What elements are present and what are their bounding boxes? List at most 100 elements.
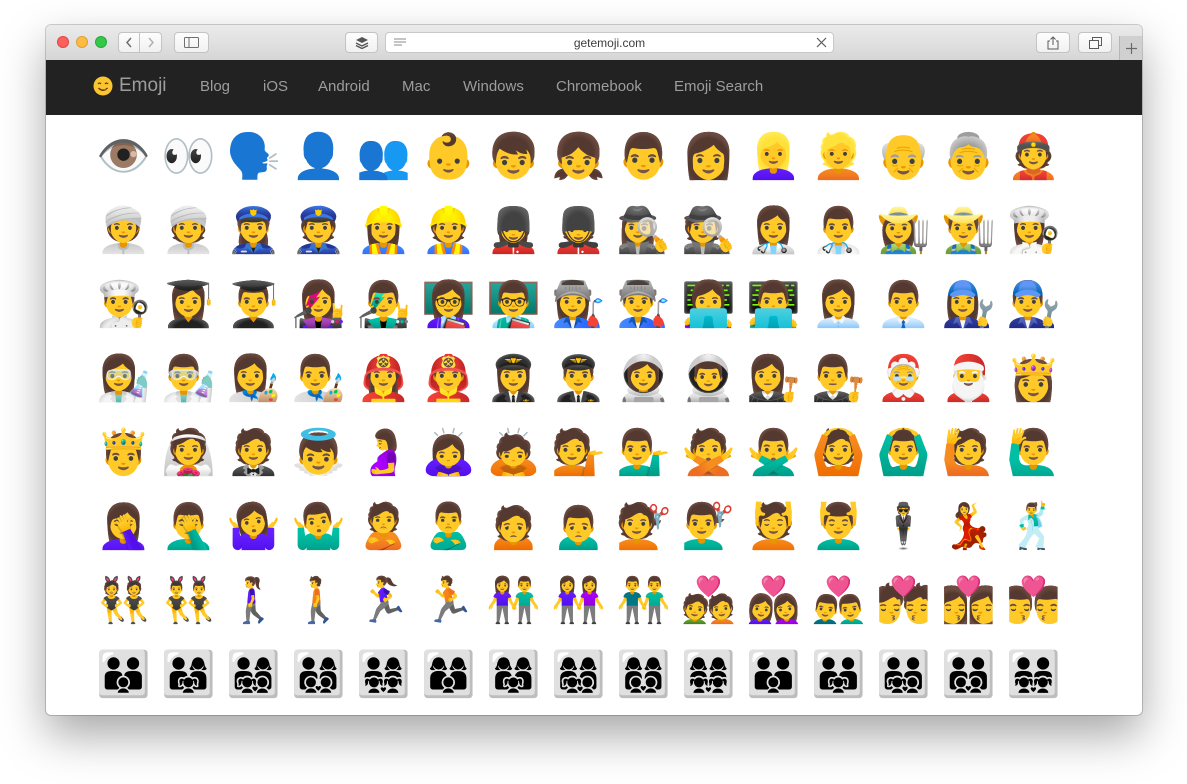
- new-tab-button[interactable]: [1119, 36, 1142, 60]
- emoji-item[interactable]: 👱: [806, 120, 871, 194]
- emoji-item[interactable]: 👩‍❤️‍👩: [741, 564, 806, 638]
- emoji-item[interactable]: 👨‍💻: [741, 268, 806, 342]
- emoji-item[interactable]: 👩‍🎓: [156, 268, 221, 342]
- emoji-item[interactable]: 🙇: [481, 416, 546, 490]
- emoji-item[interactable]: 👩‍🍳: [1001, 194, 1066, 268]
- sidebar-toggle-button[interactable]: [174, 32, 209, 53]
- emoji-item[interactable]: 🙎: [351, 490, 416, 564]
- emoji-item[interactable]: 👴: [871, 120, 936, 194]
- emoji-item[interactable]: 👨‍👩‍👧‍👦: [221, 638, 286, 712]
- emoji-item[interactable]: 🏃: [416, 564, 481, 638]
- emoji-item[interactable]: 👨‍👩‍👧‍👧: [351, 638, 416, 712]
- emoji-item[interactable]: 👨‍👨‍👦: [741, 638, 806, 712]
- emoji-item[interactable]: 👨‍🌾: [936, 194, 1001, 268]
- nav-link-chromebook[interactable]: Chromebook: [556, 78, 642, 95]
- nav-link-mac[interactable]: Mac: [402, 78, 430, 95]
- emoji-item[interactable]: 👰: [156, 416, 221, 490]
- emoji-item[interactable]: 🙅: [676, 416, 741, 490]
- emoji-item[interactable]: 👨: [611, 120, 676, 194]
- emoji-item[interactable]: 👩‍❤️‍💋‍👩: [936, 564, 1001, 638]
- tab-overview-button[interactable]: [1078, 32, 1112, 53]
- emoji-item[interactable]: 👨‍👨‍👧‍👧: [1001, 638, 1066, 712]
- emoji-item[interactable]: 👱‍♀️: [741, 120, 806, 194]
- emoji-item[interactable]: 💁: [546, 416, 611, 490]
- emoji-item[interactable]: 👨‍🔬: [156, 342, 221, 416]
- emoji-item[interactable]: 👨‍🚀: [676, 342, 741, 416]
- emoji-item[interactable]: 👩‍🔬: [91, 342, 156, 416]
- emoji-item[interactable]: 👨‍🍳: [91, 268, 156, 342]
- emoji-item[interactable]: 👨‍🚒: [416, 342, 481, 416]
- emoji-item[interactable]: 👼: [286, 416, 351, 490]
- emoji-item[interactable]: 👲: [1001, 120, 1066, 194]
- emoji-item[interactable]: 👨‍🎓: [221, 268, 286, 342]
- emoji-item[interactable]: 👩‍👩‍👧‍👧: [676, 638, 741, 712]
- layers-button[interactable]: [345, 32, 378, 53]
- emoji-item[interactable]: 🙇‍♀️: [416, 416, 481, 490]
- emoji-item[interactable]: 💁‍♂️: [611, 416, 676, 490]
- emoji-item[interactable]: 💑: [676, 564, 741, 638]
- emoji-item[interactable]: 👸: [1001, 342, 1066, 416]
- emoji-item[interactable]: 👳‍♀️: [91, 194, 156, 268]
- emoji-item[interactable]: 👳: [156, 194, 221, 268]
- emoji-item[interactable]: 🕵️: [676, 194, 741, 268]
- emoji-item[interactable]: 👧: [546, 120, 611, 194]
- emoji-item[interactable]: 🚶: [286, 564, 351, 638]
- emoji-item[interactable]: 🤷‍♀️: [221, 490, 286, 564]
- maximize-window-button[interactable]: [95, 36, 107, 48]
- emoji-item[interactable]: 💆: [741, 490, 806, 564]
- emoji-item[interactable]: 👨‍⚕️: [806, 194, 871, 268]
- nav-link-windows[interactable]: Windows: [463, 78, 524, 95]
- emoji-item[interactable]: 👩‍👩‍👧‍👦: [546, 638, 611, 712]
- emoji-item[interactable]: 👩: [676, 120, 741, 194]
- emoji-item[interactable]: 👨‍🎨: [286, 342, 351, 416]
- emoji-item[interactable]: 🙆‍♂️: [871, 416, 936, 490]
- emoji-item[interactable]: 👨‍❤️‍💋‍👨: [1001, 564, 1066, 638]
- emoji-item[interactable]: 👯‍♂️: [156, 564, 221, 638]
- emoji-item[interactable]: 👨‍💼: [871, 268, 936, 342]
- emoji-item[interactable]: 👮: [286, 194, 351, 268]
- emoji-item[interactable]: 👦: [481, 120, 546, 194]
- emoji-item[interactable]: 🤴: [91, 416, 156, 490]
- stop-loading-icon[interactable]: [816, 37, 827, 48]
- back-button[interactable]: [118, 32, 140, 53]
- emoji-item[interactable]: 🕵️‍♀️: [611, 194, 676, 268]
- forward-button[interactable]: [140, 32, 162, 53]
- emoji-item[interactable]: 🤦‍♂️: [156, 490, 221, 564]
- emoji-item[interactable]: 👨‍❤️‍👨: [806, 564, 871, 638]
- emoji-item[interactable]: 👩‍🎨: [221, 342, 286, 416]
- nav-link-ios[interactable]: iOS: [263, 78, 288, 95]
- emoji-item[interactable]: 👩‍🏫: [416, 268, 481, 342]
- emoji-item[interactable]: 🤰: [351, 416, 416, 490]
- emoji-item[interactable]: 👨‍👨‍👧‍👦: [871, 638, 936, 712]
- emoji-item[interactable]: 👁️: [91, 120, 156, 194]
- minimize-window-button[interactable]: [76, 36, 88, 48]
- emoji-item[interactable]: 🗣️: [221, 120, 286, 194]
- emoji-item[interactable]: 👩‍🌾: [871, 194, 936, 268]
- emoji-item[interactable]: 👨‍✈️: [546, 342, 611, 416]
- emoji-item[interactable]: 🙎‍♂️: [416, 490, 481, 564]
- emoji-item[interactable]: 👶: [416, 120, 481, 194]
- emoji-item[interactable]: 👩‍💼: [806, 268, 871, 342]
- emoji-item[interactable]: 👭: [546, 564, 611, 638]
- emoji-item[interactable]: 👩‍⚕️: [741, 194, 806, 268]
- emoji-item[interactable]: 👨‍👨‍👧: [806, 638, 871, 712]
- address-bar[interactable]: getemoji.com: [385, 32, 834, 53]
- close-window-button[interactable]: [57, 36, 69, 48]
- emoji-item[interactable]: 👮‍♀️: [221, 194, 286, 268]
- emoji-item[interactable]: 🙋‍♂️: [1001, 416, 1066, 490]
- emoji-item[interactable]: 🤦‍♀️: [91, 490, 156, 564]
- emoji-item[interactable]: 💆‍♂️: [806, 490, 871, 564]
- emoji-item[interactable]: 👩‍👩‍👧: [481, 638, 546, 712]
- emoji-item[interactable]: 👪: [91, 638, 156, 712]
- emoji-item[interactable]: 👨‍⚖️: [806, 342, 871, 416]
- emoji-item[interactable]: 👩‍💻: [676, 268, 741, 342]
- emoji-item[interactable]: 🙆: [806, 416, 871, 490]
- emoji-item[interactable]: 💇: [611, 490, 676, 564]
- brand-link[interactable]: Emoji: [93, 75, 167, 97]
- emoji-item[interactable]: 👷: [416, 194, 481, 268]
- emoji-item[interactable]: 👩‍👩‍👦‍👦: [611, 638, 676, 712]
- emoji-item[interactable]: 💃: [936, 490, 1001, 564]
- emoji-item[interactable]: 👥: [351, 120, 416, 194]
- emoji-item[interactable]: 🕴️: [871, 490, 936, 564]
- emoji-item[interactable]: 👩‍🏭: [546, 268, 611, 342]
